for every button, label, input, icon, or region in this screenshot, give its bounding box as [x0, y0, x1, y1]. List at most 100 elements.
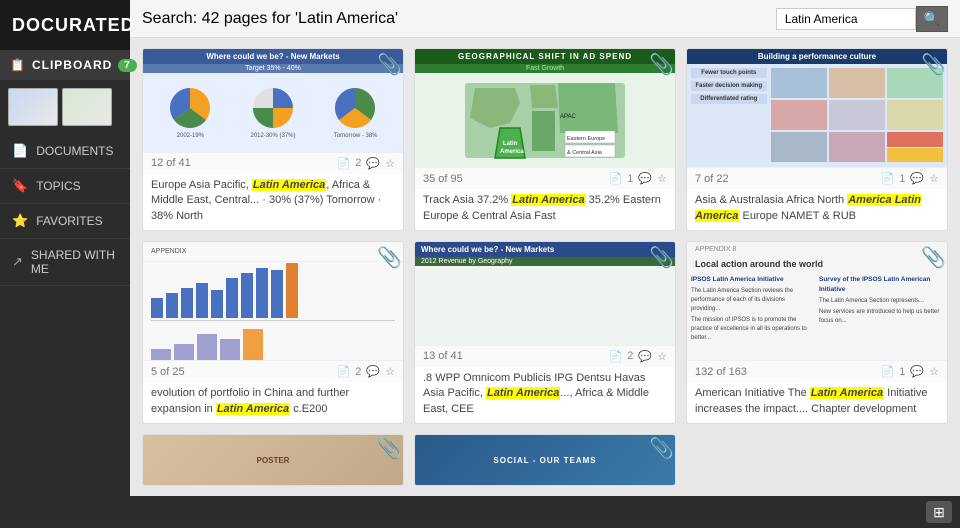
sidebar-item-favorites[interactable]: ⭐ FAVORITES	[0, 204, 130, 239]
search-input[interactable]	[776, 8, 916, 30]
card-5-actions: 📄 2 💬 ☆	[609, 350, 667, 363]
card-6-image[interactable]: APPENDIX 8 Local action around the world…	[687, 242, 947, 360]
card-6-desc: American Initiative The Latin America In…	[687, 382, 947, 423]
card-5-meta: 13 of 41 📄 2 💬 ☆	[415, 345, 675, 367]
card-3-desc: Asia & Australasia Africa North America …	[687, 189, 947, 230]
thumbnail-1[interactable]	[8, 88, 58, 126]
sidebar-item-documents[interactable]: 📄 DOCUMENTS	[0, 134, 130, 169]
comment-icon[interactable]: 💬	[366, 157, 380, 170]
card-4-image[interactable]: APPENDIX	[143, 242, 403, 360]
card-1-actions: 📄 2 💬 ☆	[337, 157, 395, 170]
card-4-actions: 📄 2 💬 ☆	[337, 365, 395, 378]
card-8-image[interactable]: SOCIAL - OUR TEAMS 📎	[415, 435, 675, 485]
star-icon-4[interactable]: ☆	[385, 365, 395, 378]
card-2-image[interactable]: GEOGRAPHICAL SHIFT IN AD SPEND Fast Grow…	[415, 49, 675, 167]
result-card-3: Building a performance culture Fewer tou…	[686, 48, 948, 231]
card-7-image[interactable]: POSTER 📎	[143, 435, 403, 485]
highlight-4: Latin America	[216, 403, 290, 415]
svg-text:Eastern Europe: Eastern Europe	[567, 136, 605, 142]
card-6-meta: 132 of 163 📄 1 💬 ☆	[687, 360, 947, 382]
highlight-3a: America Latin America	[695, 194, 921, 221]
search-button[interactable]: 🔍	[916, 6, 948, 32]
star-icon-5[interactable]: ☆	[657, 350, 667, 363]
favorites-icon: ⭐	[12, 213, 28, 229]
bottom-bar: ⊞	[130, 496, 960, 528]
card-4-desc: evolution of portfolio in China and furt…	[143, 382, 403, 423]
comment-count-3: 1	[899, 173, 905, 185]
result-card-1: Where could we be? - New Markets Target …	[142, 48, 404, 231]
card-4-page: 5 of 25	[151, 366, 185, 378]
search-box-area: 🔍	[776, 6, 948, 32]
card-5-page: 13 of 41	[423, 350, 463, 362]
results-grid: Where could we be? - New Markets Target …	[130, 38, 960, 496]
clip-icon-6: 📎	[921, 248, 941, 272]
card-5-image[interactable]: Where could we be? - New Markets 2012 Re…	[415, 242, 675, 345]
comment-count-4: 2	[355, 366, 361, 378]
clip-icon-7: 📎	[377, 439, 397, 463]
card-2-actions: 📄 1 💬 ☆	[609, 172, 667, 185]
shared-icon: ↗	[12, 254, 23, 270]
shared-label: SHARED WITH ME	[31, 248, 118, 276]
topics-icon: 🔖	[12, 178, 28, 194]
sidebar: DOCURATED 📋 CLIPBOARD 7 📄 DOCUMENTS 🔖 TO…	[0, 0, 130, 528]
card-3-actions: 📄 1 💬 ☆	[881, 172, 939, 185]
clip-icon-2: 📎	[649, 55, 669, 79]
card-3-image[interactable]: Building a performance culture Fewer tou…	[687, 49, 947, 167]
clip-icon-8: 📎	[649, 439, 669, 463]
sidebar-item-shared[interactable]: ↗ SHARED WITH ME	[0, 239, 130, 286]
file-icon-2: 📄	[609, 172, 623, 185]
comment-icon-6[interactable]: 💬	[910, 365, 924, 378]
highlight-2: Latin America	[511, 194, 585, 206]
svg-text:Latin: Latin	[503, 141, 518, 147]
result-card-6: APPENDIX 8 Local action around the world…	[686, 241, 948, 424]
svg-text:APAC: APAC	[560, 114, 577, 120]
file-icon-3: 📄	[881, 172, 895, 185]
clipboard-thumbnails	[0, 80, 130, 134]
documents-label: DOCUMENTS	[36, 144, 113, 158]
logo: DOCURATED	[12, 15, 135, 36]
result-card-8: SOCIAL - OUR TEAMS 📎	[414, 434, 676, 486]
card-4-meta: 5 of 25 📄 2 💬 ☆	[143, 360, 403, 382]
comment-icon-5[interactable]: 💬	[638, 350, 652, 363]
comment-icon-4[interactable]: 💬	[366, 365, 380, 378]
favorites-label: FAVORITES	[36, 214, 102, 228]
bottom-icon-symbol: ⊞	[933, 504, 945, 521]
card-5-desc: .8 WPP Omnicom Publicis IPG Dentsu Havas…	[415, 367, 675, 423]
result-card-2: GEOGRAPHICAL SHIFT IN AD SPEND Fast Grow…	[414, 48, 676, 231]
comment-count-6: 1	[899, 366, 905, 378]
highlight-1: Latin America	[252, 179, 326, 191]
thumbnail-2[interactable]	[62, 88, 112, 126]
comment-icon-3[interactable]: 💬	[910, 172, 924, 185]
star-icon-2[interactable]: ☆	[657, 172, 667, 185]
clip-icon-1: 📎	[377, 55, 397, 79]
card-6-page: 132 of 163	[695, 366, 747, 378]
card-2-desc: Track Asia 37.2% Latin America 35.2% Eas…	[415, 189, 675, 230]
comment-icon-2[interactable]: 💬	[638, 172, 652, 185]
bottom-action-button[interactable]: ⊞	[926, 501, 952, 523]
card-1-image[interactable]: Where could we be? - New Markets Target …	[143, 49, 403, 152]
comment-count-1: 2	[355, 157, 361, 169]
result-card-4: APPENDIX	[142, 241, 404, 424]
search-info: Search: 42 pages for 'Latin America'	[142, 10, 398, 28]
card-1-page: 12 of 41	[151, 157, 191, 169]
file-icon-5: 📄	[609, 350, 623, 363]
star-icon-3[interactable]: ☆	[929, 172, 939, 185]
documents-icon: 📄	[12, 143, 28, 159]
highlight-6: Latin America	[810, 387, 884, 399]
file-icon-6: 📄	[881, 365, 895, 378]
card-2-page: 35 of 95	[423, 173, 463, 185]
star-icon-6[interactable]: ☆	[929, 365, 939, 378]
topics-label: TOPICS	[36, 179, 80, 193]
clip-icon-3: 📎	[921, 55, 941, 79]
logo-area: DOCURATED	[0, 0, 130, 50]
file-icon: 📄	[337, 157, 351, 170]
card-2-meta: 35 of 95 📄 1 💬 ☆	[415, 167, 675, 189]
star-icon-1[interactable]: ☆	[385, 157, 395, 170]
clipboard-icon: 📋	[10, 58, 26, 72]
svg-text:America: America	[500, 149, 524, 155]
sidebar-item-topics[interactable]: 🔖 TOPICS	[0, 169, 130, 204]
comment-count-5: 2	[627, 350, 633, 362]
main-content: Search: 42 pages for 'Latin America' 🔍 W…	[130, 0, 960, 528]
card-3-page: 7 of 22	[695, 173, 729, 185]
clip-icon-4: 📎	[377, 248, 397, 272]
